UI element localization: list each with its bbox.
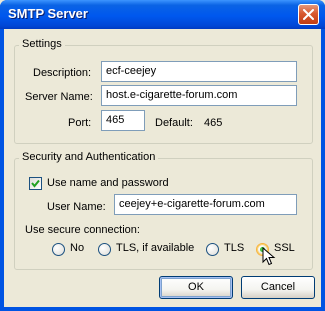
dialog-title: SMTP Server [8, 6, 88, 21]
radio-no-label: No [70, 242, 85, 254]
secure-connection-label: Use secure connection: [25, 224, 140, 236]
port-label: Port: [68, 117, 92, 129]
radio-no[interactable] [52, 243, 65, 256]
security-legend: Security and Authentication [19, 151, 159, 163]
server-name-field[interactable]: host.e-cigarette-forum.com [101, 85, 297, 106]
settings-legend: Settings [19, 38, 65, 50]
cancel-button[interactable]: Cancel [241, 276, 315, 299]
smtp-server-dialog: SMTP Server Settings Description: ecf-ce… [0, 0, 325, 311]
title-bar[interactable]: SMTP Server [0, 0, 325, 29]
default-port-value: 465 [204, 117, 223, 129]
radio-tls-if-available-label: TLS, if available [116, 242, 195, 254]
radio-ssl-label: SSL [274, 242, 295, 254]
radio-tls[interactable] [206, 243, 219, 256]
mouse-pointer-icon [262, 247, 276, 266]
close-icon [303, 9, 314, 20]
dialog-body: Settings Description: ecf-ceejey Server … [4, 29, 321, 307]
use-name-password-checkbox[interactable] [29, 177, 42, 190]
port-field[interactable]: 465 [101, 110, 145, 131]
use-name-password-label: Use name and password [47, 177, 169, 189]
user-name-label: User Name: [47, 201, 106, 213]
description-label: Description: [33, 67, 92, 79]
ok-button[interactable]: OK [159, 276, 233, 299]
server-name-label: Server Name: [25, 91, 93, 103]
description-field[interactable]: ecf-ceejey [101, 61, 297, 82]
radio-tls-if-available[interactable] [98, 243, 111, 256]
user-name-field[interactable]: ceejey+e-cigarette-forum.com [114, 194, 297, 215]
radio-tls-label: TLS [224, 242, 245, 254]
default-port-label: Default: [155, 117, 193, 129]
close-button[interactable] [298, 4, 319, 25]
checkmark-icon [31, 179, 40, 188]
